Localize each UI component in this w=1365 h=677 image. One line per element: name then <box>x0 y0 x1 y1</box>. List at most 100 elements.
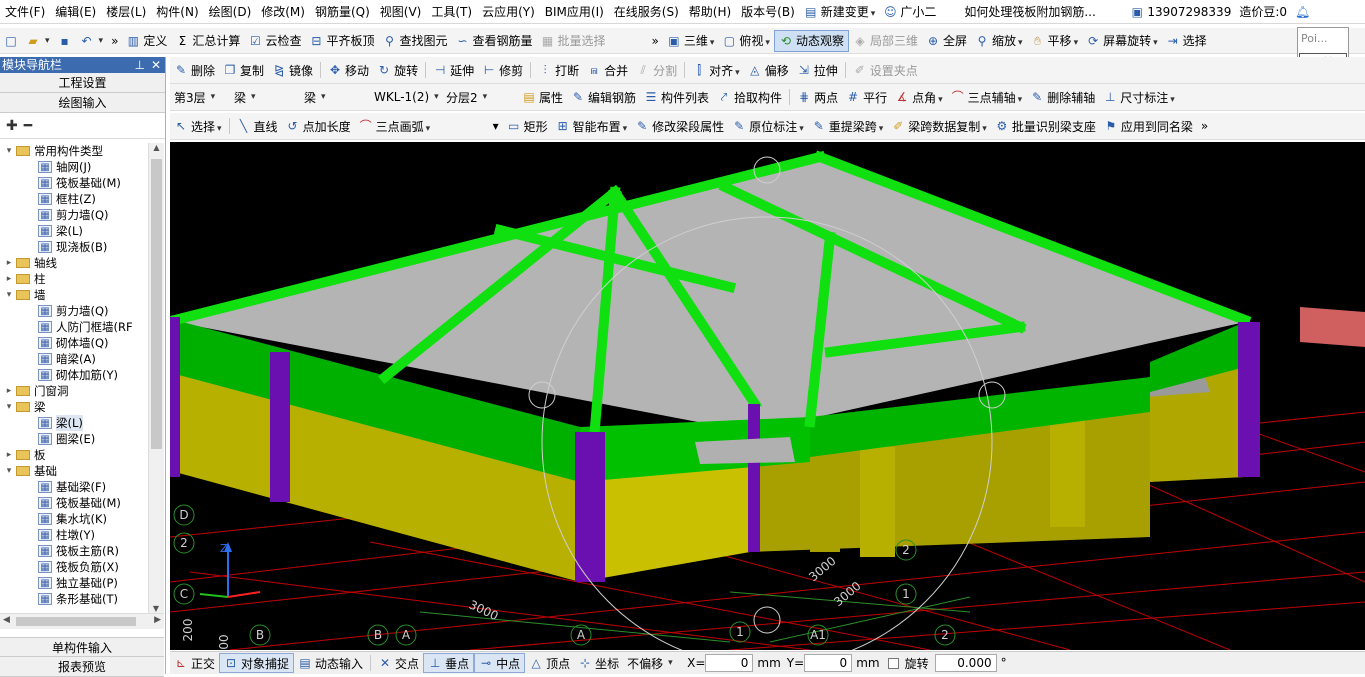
point-length-button[interactable]: ↺ 点加长度 <box>282 115 355 137</box>
bell-icon[interactable]: 🔔︎ <box>1291 1 1313 23</box>
scroll-down-icon[interactable]: ▼ <box>149 604 163 613</box>
expand-icon[interactable]: ▾ <box>4 399 14 415</box>
tree-item[interactable]: ▦ 梁(L) <box>0 415 148 431</box>
tree-item[interactable]: ▦ 筏板基础(M) <box>0 495 148 511</box>
menu-item[interactable]: 楼层(L) <box>101 0 151 23</box>
tree-item[interactable]: ▦ 现浇板(B) <box>0 239 148 255</box>
tree-item[interactable]: ▦ 条形基础(T) <box>0 591 148 607</box>
vertex-toggle[interactable]: △ 顶点 <box>525 653 574 673</box>
collapse-all-icon[interactable]: ━ <box>24 118 32 134</box>
menu-item[interactable]: 版本号(B) <box>736 0 800 23</box>
expand-all-icon[interactable]: ✚ <box>6 118 18 134</box>
rotate-checkbox[interactable] <box>887 657 899 669</box>
dynamic-view-button[interactable]: ⟲ 动态观察 <box>773 29 849 52</box>
drawing-input-button[interactable]: 绘图输入 <box>0 93 165 113</box>
mirror-button[interactable]: ⧎ 镜像 <box>268 59 317 81</box>
type-select[interactable]: 梁 <box>300 86 370 108</box>
tree-hscrollbar[interactable]: ◀ ▶ <box>0 613 164 629</box>
category-select[interactable]: 梁 <box>230 86 300 108</box>
expand-icon[interactable]: ▾ <box>4 287 14 303</box>
question-link[interactable]: 如何处理筏板附加钢筋... <box>960 1 1120 23</box>
dimension-button[interactable]: ⊥ 尺寸标注 <box>1099 86 1179 108</box>
layer-select[interactable]: 分层2 <box>442 86 518 108</box>
top-view-button[interactable]: ▢ 俯视 <box>718 30 774 52</box>
scroll-left-icon[interactable]: ◀ <box>3 615 10 625</box>
new-change-button[interactable]: ▤ 新建变更 <box>800 1 880 23</box>
tree-item[interactable]: ▦ 人防门框墙(RF <box>0 319 148 335</box>
rotate-screen-button[interactable]: ⟳ 屏幕旋转 <box>1082 30 1162 52</box>
scroll-thumb[interactable] <box>151 159 162 449</box>
props-button[interactable]: ▤ 属性 <box>518 86 567 108</box>
more-icon[interactable]: » <box>1197 115 1212 137</box>
move-button[interactable]: ✥ 移动 <box>324 59 373 81</box>
menu-item[interactable]: 在线服务(S) <box>609 0 684 23</box>
single-input-button[interactable]: 单构件输入 <box>0 637 164 657</box>
rotate-button[interactable]: ↻ 旋转 <box>373 59 422 81</box>
parallel-axis-button[interactable]: # 平行 <box>842 86 891 108</box>
x-input[interactable]: 0 <box>705 654 754 672</box>
tree-item[interactable]: ▦ 砌体加筋(Y) <box>0 367 148 383</box>
guangxiaoer-button[interactable]: ☺ 广小二 <box>879 1 940 23</box>
menu-item[interactable]: 云应用(Y) <box>477 0 540 23</box>
component-name-select[interactable]: WKL-1(2) <box>370 86 442 108</box>
tree-scrollbar[interactable]: ▲ ▼ <box>148 143 164 613</box>
user-phone[interactable]: ▣ 13907298339 <box>1126 1 1235 23</box>
snap-toggle[interactable]: ⊡ 对象捕捉 <box>219 653 295 673</box>
save-button[interactable]: ▪ <box>54 30 76 52</box>
edit-rebar-button[interactable]: ✎ 编辑钢筋 <box>567 86 640 108</box>
extend-button[interactable]: ⊣ 延伸 <box>429 59 478 81</box>
pick-button[interactable]: ⤤ 拾取构件 <box>713 86 786 108</box>
rotate-input[interactable]: 0.000 <box>934 654 997 672</box>
in-situ-button[interactable]: ✎ 原位标注 <box>728 115 808 137</box>
three-point-axis-button[interactable]: ⌒ 三点辅轴 <box>947 86 1027 108</box>
undo-button[interactable]: ↶ <box>76 30 108 52</box>
expand-icon[interactable]: ▸ <box>4 447 14 463</box>
set-grip-button[interactable]: ✐ 设置夹点 <box>849 59 922 81</box>
coord-toggle[interactable]: ⊹ 坐标 <box>574 653 623 673</box>
tree-item[interactable]: ▦ 圈梁(E) <box>0 431 148 447</box>
arc-button[interactable]: ⌒ 三点画弧 <box>355 115 489 137</box>
perp-toggle[interactable]: ⊥ 垂点 <box>423 653 475 673</box>
break-button[interactable]: ⫶ 打断 <box>534 59 583 81</box>
merge-button[interactable]: ⩎ 合并 <box>583 59 632 81</box>
tree-item[interactable]: ▦ 柱墩(Y) <box>0 527 148 543</box>
menu-item[interactable]: 编辑(E) <box>50 0 101 23</box>
define-button[interactable]: ▥ 定义 <box>122 30 171 52</box>
view-rebar-button[interactable]: ∽ 查看钢筋量 <box>451 30 536 52</box>
cloud-check-button[interactable]: ☑ 云检查 <box>244 30 305 52</box>
menu-item[interactable]: 帮助(H) <box>684 0 736 23</box>
model-canvas[interactable]: D 2 C B B A A A1 1 1 2 2 3000 3000 3000 … <box>170 142 1365 650</box>
tree-item[interactable]: ▦ 暗梁(A) <box>0 351 148 367</box>
view3d-button[interactable]: ▣ 三维 <box>663 30 719 52</box>
tree-item[interactable]: ▦ 轴网(J) <box>0 159 148 175</box>
split-button[interactable]: ⫽ 分割 <box>632 59 681 81</box>
summary-button[interactable]: Σ 汇总计算 <box>171 30 244 52</box>
expand-icon[interactable]: ▸ <box>4 255 14 271</box>
point-angle-axis-button[interactable]: ∡ 点角 <box>891 86 947 108</box>
tree-folder[interactable]: ▾ 墙 <box>0 287 148 303</box>
close-icon[interactable]: ✕ <box>151 57 161 73</box>
tree-folder[interactable]: ▸ 板 <box>0 447 148 463</box>
scroll-right-icon[interactable]: ▶ <box>154 615 161 625</box>
tree-item[interactable]: ▦ 集水坑(K) <box>0 511 148 527</box>
modify-span-button[interactable]: ✎ 修改梁段属性 <box>631 115 728 137</box>
stretch-button[interactable]: ⇲ 拉伸 <box>793 59 842 81</box>
menu-item[interactable]: 钢筋量(Q) <box>310 0 375 23</box>
menu-item[interactable]: 修改(M) <box>256 0 310 23</box>
tree-item[interactable]: ▦ 独立基础(P) <box>0 575 148 591</box>
tree-item[interactable]: ▦ 剪力墙(Q) <box>0 207 148 223</box>
copy-button[interactable]: ❐ 复制 <box>219 59 268 81</box>
tree-item[interactable]: ▦ 砌体墙(Q) <box>0 335 148 351</box>
flat-top-button[interactable]: ⊟ 平齐板顶 <box>305 30 378 52</box>
tree-item[interactable]: ▦ 框柱(Z) <box>0 191 148 207</box>
tree-item[interactable]: ▦ 筏板基础(M) <box>0 175 148 191</box>
zoom-button[interactable]: ⚲ 缩放 <box>971 30 1027 52</box>
expand-icon[interactable]: ▾ <box>4 463 14 479</box>
tree-folder[interactable]: ▾ 基础 <box>0 463 148 479</box>
two-point-axis-button[interactable]: ⋕ 两点 <box>793 86 842 108</box>
trim-button[interactable]: ⊢ 修剪 <box>478 59 527 81</box>
tree-item[interactable]: ▦ 基础梁(F) <box>0 479 148 495</box>
tree-folder[interactable]: ▸ 柱 <box>0 271 148 287</box>
pin-icon[interactable]: ⊥ <box>134 57 144 73</box>
hscroll-thumb[interactable] <box>16 617 136 626</box>
